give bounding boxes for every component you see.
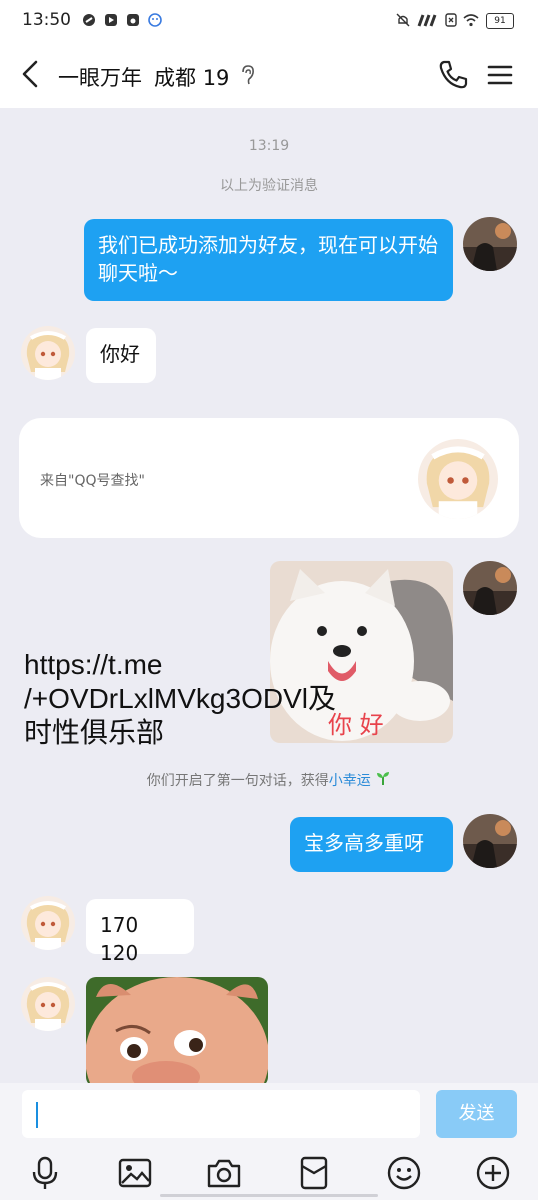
sprout-icon <box>377 772 390 785</box>
status-time: 13:50 <box>22 10 71 30</box>
overlay-link-line: /+OVDrLxlMVkg3ODVl及 <box>24 683 336 714</box>
contact-name: 一眼万年 <box>58 66 142 90</box>
app-notification-icon <box>83 14 95 26</box>
menu-icon[interactable] <box>484 60 516 90</box>
music-app-icon <box>127 14 139 26</box>
sticker-caption: 你 好 <box>328 711 384 739</box>
microphone-icon[interactable] <box>27 1155 63 1191</box>
signal-icon <box>417 14 437 27</box>
incoming-message-bubble[interactable]: 你好 <box>86 328 156 383</box>
input-area: 发送 <box>0 1083 538 1200</box>
home-indicator <box>160 1194 378 1197</box>
mute-icon <box>396 13 410 27</box>
my-avatar-image <box>463 561 517 615</box>
pig-sticker-illustration <box>86 977 268 1083</box>
luck-text: 你们开启了第一句对话，获得 <box>146 773 329 789</box>
incoming-message-bubble[interactable]: 170 120 <box>86 899 194 965</box>
overlay-link-line: 时性俱乐部 <box>24 717 165 748</box>
verification-note: 以上为验证消息 <box>220 178 318 194</box>
ear-icon[interactable] <box>238 64 258 86</box>
chat-header: 一眼万年 成都 19 <box>0 42 538 108</box>
message-input[interactable] <box>22 1090 420 1138</box>
friend-source-text: 来自"QQ号查找" <box>40 473 145 489</box>
no-sim-icon <box>445 13 457 27</box>
contact-age: 19 <box>202 66 230 90</box>
overlay-link-line: https://t.me <box>24 649 163 680</box>
anime-avatar-image <box>418 439 498 519</box>
contact-avatar[interactable] <box>21 326 75 380</box>
my-avatar[interactable] <box>463 217 517 271</box>
pig-sticker-image[interactable] <box>86 977 268 1083</box>
back-arrow-icon[interactable] <box>14 54 50 94</box>
card-avatar <box>418 439 498 519</box>
red-packet-icon[interactable] <box>296 1155 332 1191</box>
outgoing-message-bubble[interactable]: 宝多高多重呀 <box>290 817 453 872</box>
chat-history[interactable]: 13:19 以上为验证消息 我们已成功添加为好友，现在可以开始聊天啦～ 你好 来… <box>0 108 538 1083</box>
wifi-icon <box>463 14 479 27</box>
my-avatar-image <box>463 217 517 271</box>
contact-avatar[interactable] <box>21 896 75 950</box>
status-bar: 13:50 91 <box>0 0 538 42</box>
image-icon[interactable] <box>117 1155 153 1191</box>
send-button[interactable]: 发送 <box>436 1090 517 1138</box>
my-avatar[interactable] <box>463 561 517 615</box>
anime-avatar-image <box>21 896 75 950</box>
camera-icon[interactable] <box>206 1155 242 1191</box>
contact-avatar[interactable] <box>21 977 75 1031</box>
overlay-link-text[interactable]: https://t.me /+OVDrLxlMVkg3ODVl及 时性俱乐部 <box>24 648 336 750</box>
message-timestamp: 13:19 <box>248 138 290 154</box>
luck-link[interactable]: 小幸运 <box>329 773 371 789</box>
video-app-icon <box>105 14 117 26</box>
anime-avatar-image <box>21 326 75 380</box>
plus-icon[interactable] <box>475 1155 511 1191</box>
friend-source-card[interactable]: 来自"QQ号查找" <box>19 418 519 538</box>
contact-location: 成都 <box>154 66 196 90</box>
contact-title[interactable]: 一眼万年 成都 19 <box>58 62 229 92</box>
text-cursor <box>36 1102 38 1128</box>
emoji-icon[interactable] <box>386 1155 422 1191</box>
anime-avatar-image <box>21 977 75 1031</box>
phone-call-icon[interactable] <box>436 58 470 92</box>
battery-indicator: 91 <box>486 13 514 29</box>
outgoing-message-bubble[interactable]: 我们已成功添加为好友，现在可以开始聊天啦～ <box>84 219 453 301</box>
first-chat-luck-note: 你们开启了第一句对话，获得小幸运 <box>0 770 538 790</box>
my-avatar[interactable] <box>463 814 517 868</box>
my-avatar-image <box>463 814 517 868</box>
qq-app-icon <box>148 13 162 27</box>
